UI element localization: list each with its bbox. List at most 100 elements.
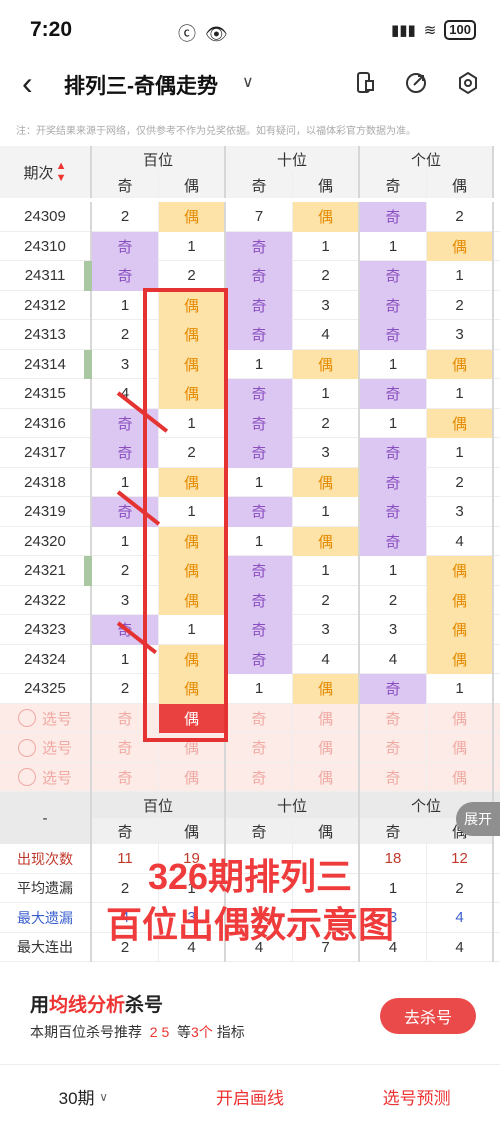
phone-icon[interactable] bbox=[352, 70, 378, 96]
select-row: 选号奇偶奇偶奇偶 bbox=[0, 762, 500, 792]
trend-cell: 3 bbox=[427, 497, 494, 527]
stats-header-row-1: - 百位 十位 个位 bbox=[0, 792, 500, 844]
disclaimer-note: 注：开奖结果来源于网络，仅供参考不作为兑奖依据。如有疑问，以福体彩官方数据为准。 bbox=[16, 126, 416, 137]
draw-line-button[interactable]: 开启画线 bbox=[167, 1065, 334, 1128]
select-cell[interactable]: 偶 bbox=[159, 762, 226, 792]
row-marker bbox=[84, 556, 92, 586]
table-row: 24313 2 偶奇 4 奇 3 bbox=[0, 320, 500, 350]
card-title: 用均线分析杀号 bbox=[30, 995, 164, 1016]
trend-cell: 1 bbox=[293, 231, 360, 261]
select-circle-icon[interactable] bbox=[17, 709, 36, 728]
table-row: 24324 1 偶奇 4 4 偶 bbox=[0, 644, 500, 674]
group-header-2: 个位 bbox=[360, 146, 494, 172]
status-time: 7:20 bbox=[30, 18, 73, 41]
select-cell[interactable]: 偶 bbox=[293, 703, 360, 733]
table-header-row-2: 奇偶奇偶奇偶 bbox=[0, 172, 500, 198]
select-label-text: 选号 bbox=[41, 710, 72, 728]
share-icon[interactable] bbox=[403, 70, 429, 96]
select-label[interactable]: 选号 bbox=[0, 703, 92, 733]
issue-number: 24310 bbox=[0, 231, 92, 261]
trend-cell: 奇 bbox=[226, 644, 293, 674]
issue-number: 24322 bbox=[0, 585, 92, 615]
select-cell[interactable]: 奇 bbox=[226, 733, 293, 763]
go-kill-button[interactable]: 去杀号 bbox=[380, 998, 476, 1034]
page-title[interactable]: 排列三-奇偶走势 bbox=[64, 70, 218, 100]
trend-cell: 偶 bbox=[293, 467, 360, 497]
predict-button[interactable]: 选号预测 bbox=[333, 1065, 500, 1128]
battery-icon: 100 bbox=[444, 20, 476, 40]
trend-cell: 偶 bbox=[427, 231, 494, 261]
trend-cell: 偶 bbox=[427, 408, 494, 438]
select-cell[interactable]: 奇 bbox=[360, 733, 427, 763]
select-cell[interactable]: 奇 bbox=[226, 703, 293, 733]
stats-sub-header: 奇 bbox=[226, 818, 293, 844]
periods-select[interactable]: 30期 ∨ bbox=[0, 1065, 167, 1128]
trend-cell: 3 bbox=[293, 438, 360, 468]
issue-number: 24325 bbox=[0, 674, 92, 704]
trend-cell: 奇 bbox=[226, 497, 293, 527]
table-row: 24325 2 偶 1 偶奇 1 bbox=[0, 674, 500, 704]
trend-cell: 1 bbox=[427, 438, 494, 468]
select-cell[interactable]: 奇 bbox=[92, 762, 159, 792]
select-cell[interactable]: 奇 bbox=[360, 703, 427, 733]
trend-cell: 2 bbox=[427, 467, 494, 497]
table-row: 24314 3 偶 1 偶 1 偶 bbox=[0, 349, 500, 379]
trend-cell: 3 bbox=[293, 615, 360, 645]
trend-cell: 奇 bbox=[360, 526, 427, 556]
select-cell[interactable]: 奇 bbox=[226, 762, 293, 792]
trend-cell: 奇 bbox=[92, 261, 159, 291]
overlay-caption-1: 326期排列三 bbox=[147, 856, 353, 897]
table-row: 24322 3 偶奇 2 2 偶 bbox=[0, 585, 500, 615]
table-row: 24319 奇 1 奇 1 奇 3 bbox=[0, 497, 500, 527]
stats-sub-header: 偶 bbox=[293, 818, 360, 844]
trend-cell: 奇 bbox=[226, 408, 293, 438]
highlight-rectangle bbox=[143, 288, 228, 742]
expand-button[interactable]: 展开 bbox=[456, 802, 500, 836]
trend-cell: 1 bbox=[360, 231, 427, 261]
issue-number: 24323 bbox=[0, 615, 92, 645]
select-cell[interactable]: 偶 bbox=[427, 762, 494, 792]
select-label[interactable]: 选号 bbox=[0, 762, 92, 792]
back-icon[interactable]: ‹ bbox=[22, 66, 33, 100]
trend-cell: 奇 bbox=[360, 202, 427, 232]
select-label[interactable]: 选号 bbox=[0, 733, 92, 763]
issue-number: 24314 bbox=[0, 349, 92, 379]
stats-sub-header: 偶 bbox=[159, 818, 226, 844]
sub-header: 偶 bbox=[159, 172, 226, 198]
trend-cell: 4 bbox=[427, 526, 494, 556]
table-row: 24317 奇 2 奇 3 奇 1 bbox=[0, 438, 500, 468]
bottom-bar: 30期 ∨ 开启画线 选号预测 bbox=[0, 1064, 500, 1128]
trend-cell: 1 bbox=[293, 379, 360, 409]
settings-icon[interactable] bbox=[455, 70, 481, 96]
select-cell[interactable]: 偶 bbox=[293, 762, 360, 792]
trend-cell: 偶 bbox=[293, 674, 360, 704]
select-cell[interactable]: 偶 bbox=[427, 703, 494, 733]
select-cell[interactable]: 偶 bbox=[293, 733, 360, 763]
status-right-icons: ▮▮▮ ≋ 100 bbox=[391, 20, 476, 40]
issue-number: 24317 bbox=[0, 438, 92, 468]
select-row: 选号奇偶奇偶奇偶 bbox=[0, 703, 500, 733]
select-circle-icon[interactable] bbox=[17, 738, 36, 757]
trend-cell: 2 bbox=[159, 261, 226, 291]
trend-cell: 奇 bbox=[226, 290, 293, 320]
row-marker bbox=[84, 261, 92, 291]
group-header-1: 十位 bbox=[226, 146, 360, 172]
chevron-down-icon[interactable]: ∨ bbox=[242, 72, 254, 92]
trend-cell: 4 bbox=[360, 644, 427, 674]
trend-cell: 4 bbox=[293, 320, 360, 350]
trend-cell: 1 bbox=[427, 674, 494, 704]
select-cell[interactable]: 偶 bbox=[427, 733, 494, 763]
trend-cell: 1 bbox=[226, 674, 293, 704]
select-cell[interactable]: 奇 bbox=[360, 762, 427, 792]
select-circle-icon[interactable] bbox=[17, 768, 36, 787]
trend-cell: 3 bbox=[293, 290, 360, 320]
trend-cell: 2 bbox=[293, 408, 360, 438]
stats-group-header: 百位 bbox=[92, 792, 226, 818]
signal-icon: ▮▮▮ bbox=[390, 22, 416, 39]
sub-header: 偶 bbox=[293, 172, 360, 198]
chevron-down-icon: ∨ bbox=[99, 1089, 109, 1104]
trend-cell: 偶 bbox=[293, 349, 360, 379]
app-header: ‹ 排列三-奇偶走势 ∨ bbox=[0, 62, 500, 108]
table-row: 24310 奇 1 奇 1 1 偶 bbox=[0, 231, 500, 261]
table-row: 24316 奇 1 奇 2 1 偶 bbox=[0, 408, 500, 438]
